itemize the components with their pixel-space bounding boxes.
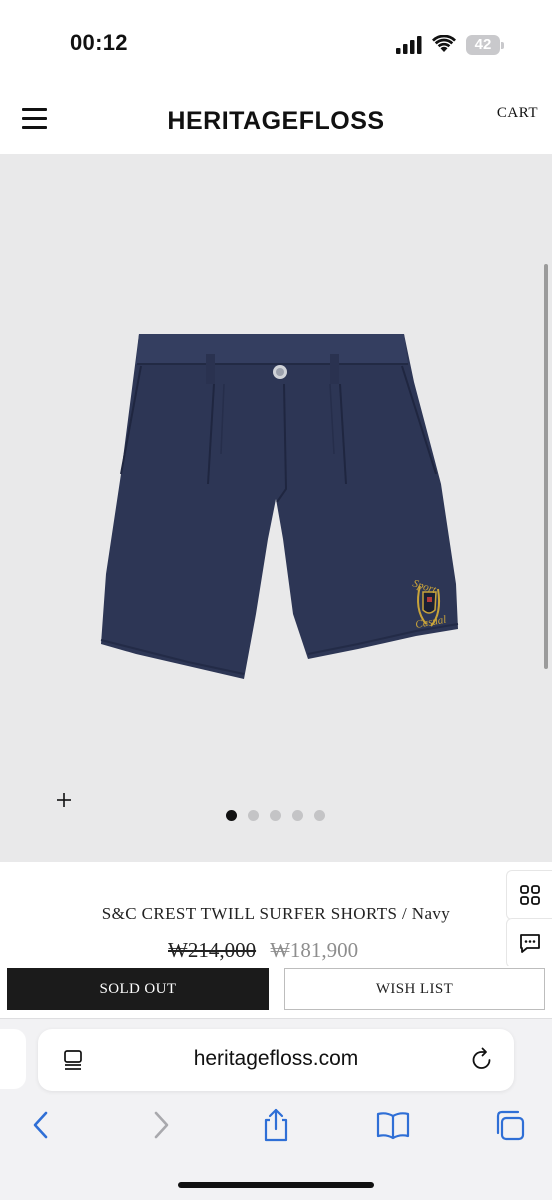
carousel-dot-5[interactable] <box>314 810 325 821</box>
tabs-icon[interactable] <box>493 1107 527 1143</box>
site-logo[interactable]: HERITAGEFLOSS <box>0 107 552 136</box>
wish-list-button[interactable]: WISH LIST <box>284 968 545 1010</box>
carousel-dot-3[interactable] <box>270 810 281 821</box>
sale-price: ₩181,900 <box>270 938 359 962</box>
home-indicator[interactable] <box>178 1182 374 1188</box>
grid-icon <box>520 885 540 905</box>
plus-icon[interactable] <box>54 790 74 810</box>
status-time: 00:12 <box>70 30 128 55</box>
battery-cap <box>501 42 504 49</box>
status-bar: 00:12 42 <box>0 0 552 80</box>
url-text[interactable]: heritagefloss.com <box>38 1047 514 1071</box>
product-image: Sport Casual <box>100 334 459 679</box>
chat-bubble-icon <box>520 934 540 953</box>
carousel-dot-2[interactable] <box>248 810 259 821</box>
bookmarks-icon[interactable] <box>376 1107 410 1143</box>
price-row: ₩214,000 ₩181,900 <box>168 938 358 963</box>
browser-nav-toolbar <box>0 1107 552 1147</box>
product-gallery[interactable]: Sport Casual <box>0 154 552 862</box>
chat-button[interactable] <box>506 918 552 968</box>
carousel-dots <box>226 810 325 822</box>
grid-view-button[interactable] <box>506 870 552 920</box>
battery-level: 42 <box>474 36 492 53</box>
address-bar[interactable]: heritagefloss.com <box>38 1029 514 1091</box>
product-info: S&C CREST TWILL SURFER SHORTS / Navy ₩21… <box>0 862 552 966</box>
share-icon[interactable] <box>259 1107 293 1143</box>
battery-icon: 42 <box>466 35 504 55</box>
carousel-dot-4[interactable] <box>292 810 303 821</box>
reload-icon[interactable] <box>470 1047 494 1073</box>
carousel-dot-1[interactable] <box>226 810 237 821</box>
product-title: S&C CREST TWILL SURFER SHORTS / Navy <box>101 904 451 923</box>
back-icon[interactable] <box>24 1107 58 1143</box>
original-price: ₩214,000 <box>168 938 257 962</box>
cart-link[interactable]: CART <box>497 105 538 122</box>
previous-tab-preview[interactable] <box>0 1029 26 1089</box>
purchase-actions: SOLD OUT WISH LIST <box>0 966 552 1018</box>
cellular-signal-icon <box>396 36 422 54</box>
page-scrollbar[interactable] <box>544 264 548 669</box>
wifi-icon <box>432 35 456 52</box>
forward-icon[interactable] <box>144 1107 178 1143</box>
sold-out-button[interactable]: SOLD OUT <box>7 968 269 1010</box>
browser-toolbar-area: heritagefloss.com <box>0 1018 552 1200</box>
site-header: HERITAGEFLOSS CART <box>0 80 552 154</box>
